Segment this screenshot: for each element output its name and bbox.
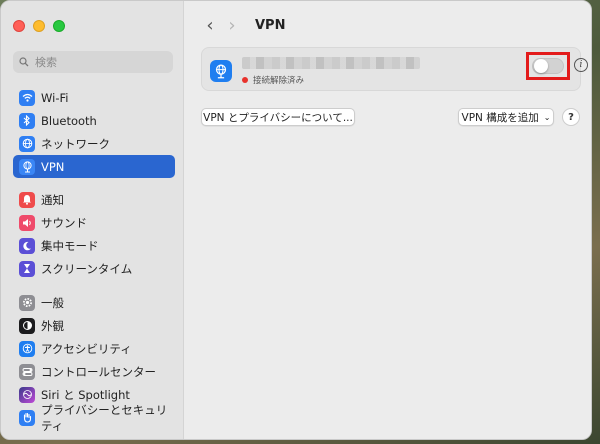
sidebar-item-label: 一般: [41, 295, 64, 310]
vpn-status-text: 接続解除済み: [253, 76, 305, 86]
sidebar-item-label: ネットワーク: [41, 136, 110, 151]
zoom-button[interactable]: [53, 20, 65, 32]
sidebar-item-label: サウンド: [41, 215, 87, 230]
gear-icon: [19, 294, 35, 311]
sidebar-item-label: プライバシーとセキュリティ: [41, 402, 168, 433]
hand-icon: [19, 409, 35, 426]
speaker-icon: [19, 214, 35, 231]
sidebar-item-general[interactable]: 一般: [13, 291, 175, 314]
hourglass-icon: [19, 260, 35, 277]
sidebar-item-appearance[interactable]: 外観: [13, 314, 175, 337]
back-chevron-icon[interactable]: ‹: [199, 15, 221, 36]
bluetooth-icon: [19, 112, 35, 129]
siri-icon: [19, 386, 35, 403]
sidebar-item-sound[interactable]: サウンド: [13, 211, 175, 234]
sidebar-item-label: 通知: [41, 192, 64, 207]
add-vpn-configuration-button[interactable]: VPN 構成を追加 ⌄: [458, 108, 554, 126]
vpn-globe-icon: [19, 158, 35, 175]
moon-icon: [19, 237, 35, 254]
sidebar-item-privacy-security[interactable]: プライバシーとセキュリティ: [13, 403, 175, 433]
globe-icon: [19, 135, 35, 152]
accessibility-icon: [19, 340, 35, 357]
add-vpn-configuration-label: VPN 構成を追加: [461, 111, 539, 124]
toggle-knob: [534, 59, 548, 73]
close-button[interactable]: [13, 20, 25, 32]
bell-icon: [19, 191, 35, 208]
appearance-icon: [19, 317, 35, 334]
vpn-privacy-button[interactable]: VPN とプライバシーについて...: [201, 108, 355, 126]
vpn-globe-icon: [210, 60, 232, 82]
minimize-button[interactable]: [33, 20, 45, 32]
vpn-status: 接続解除済み: [242, 74, 304, 86]
vpn-toggle[interactable]: [532, 58, 564, 74]
sidebar-item-wifi[interactable]: Wi-Fi: [13, 86, 175, 109]
sidebar-item-label: Bluetooth: [41, 113, 97, 128]
sidebar: 検索 Wi-Fi Bluetooth ネットワーク VPN 通知 サウンド 集中…: [1, 1, 184, 439]
search-icon: [19, 57, 29, 67]
wifi-icon: [19, 89, 35, 106]
sidebar-item-label: VPN: [41, 159, 65, 174]
content-pane: ‹ › VPN 接続解除済み i VPN とプライバシーについて... VPN …: [185, 1, 591, 439]
sidebar-item-focus[interactable]: 集中モード: [13, 234, 175, 257]
sidebar-item-bluetooth[interactable]: Bluetooth: [13, 109, 175, 132]
sidebar-item-notifications[interactable]: 通知: [13, 188, 175, 211]
control-center-icon: [19, 363, 35, 380]
help-button[interactable]: ?: [562, 108, 580, 126]
vpn-name-redacted: [242, 57, 420, 69]
status-dot-icon: [242, 77, 248, 83]
system-settings-window: 検索 Wi-Fi Bluetooth ネットワーク VPN 通知 サウンド 集中…: [0, 0, 592, 440]
sidebar-item-accessibility[interactable]: アクセシビリティ: [13, 337, 175, 360]
chevron-down-icon: ⌄: [543, 112, 551, 122]
sidebar-item-label: コントロールセンター: [41, 364, 156, 379]
sidebar-item-label: 集中モード: [41, 238, 99, 253]
sidebar-item-label: アクセシビリティ: [41, 341, 132, 356]
search-input[interactable]: 検索: [13, 51, 173, 73]
window-controls: [13, 20, 65, 32]
sidebar-item-screen-time[interactable]: スクリーンタイム: [13, 257, 175, 280]
toolbar: ‹ › VPN: [199, 15, 285, 36]
sidebar-item-vpn[interactable]: VPN: [13, 155, 175, 178]
sidebar-item-label: Siri と Spotlight: [41, 387, 130, 402]
sidebar-item-label: 外観: [41, 318, 64, 333]
search-placeholder: 検索: [35, 56, 57, 69]
sidebar-item-network[interactable]: ネットワーク: [13, 132, 175, 155]
forward-chevron-icon[interactable]: ›: [221, 15, 243, 36]
page-title: VPN: [255, 18, 286, 33]
sidebar-item-label: Wi-Fi: [41, 90, 69, 105]
sidebar-item-label: スクリーンタイム: [41, 261, 133, 276]
info-icon[interactable]: i: [574, 58, 588, 72]
highlight-box: [526, 52, 570, 80]
sidebar-item-control-center[interactable]: コントロールセンター: [13, 360, 175, 383]
vpn-connection-row: 接続解除済み i: [201, 47, 588, 91]
